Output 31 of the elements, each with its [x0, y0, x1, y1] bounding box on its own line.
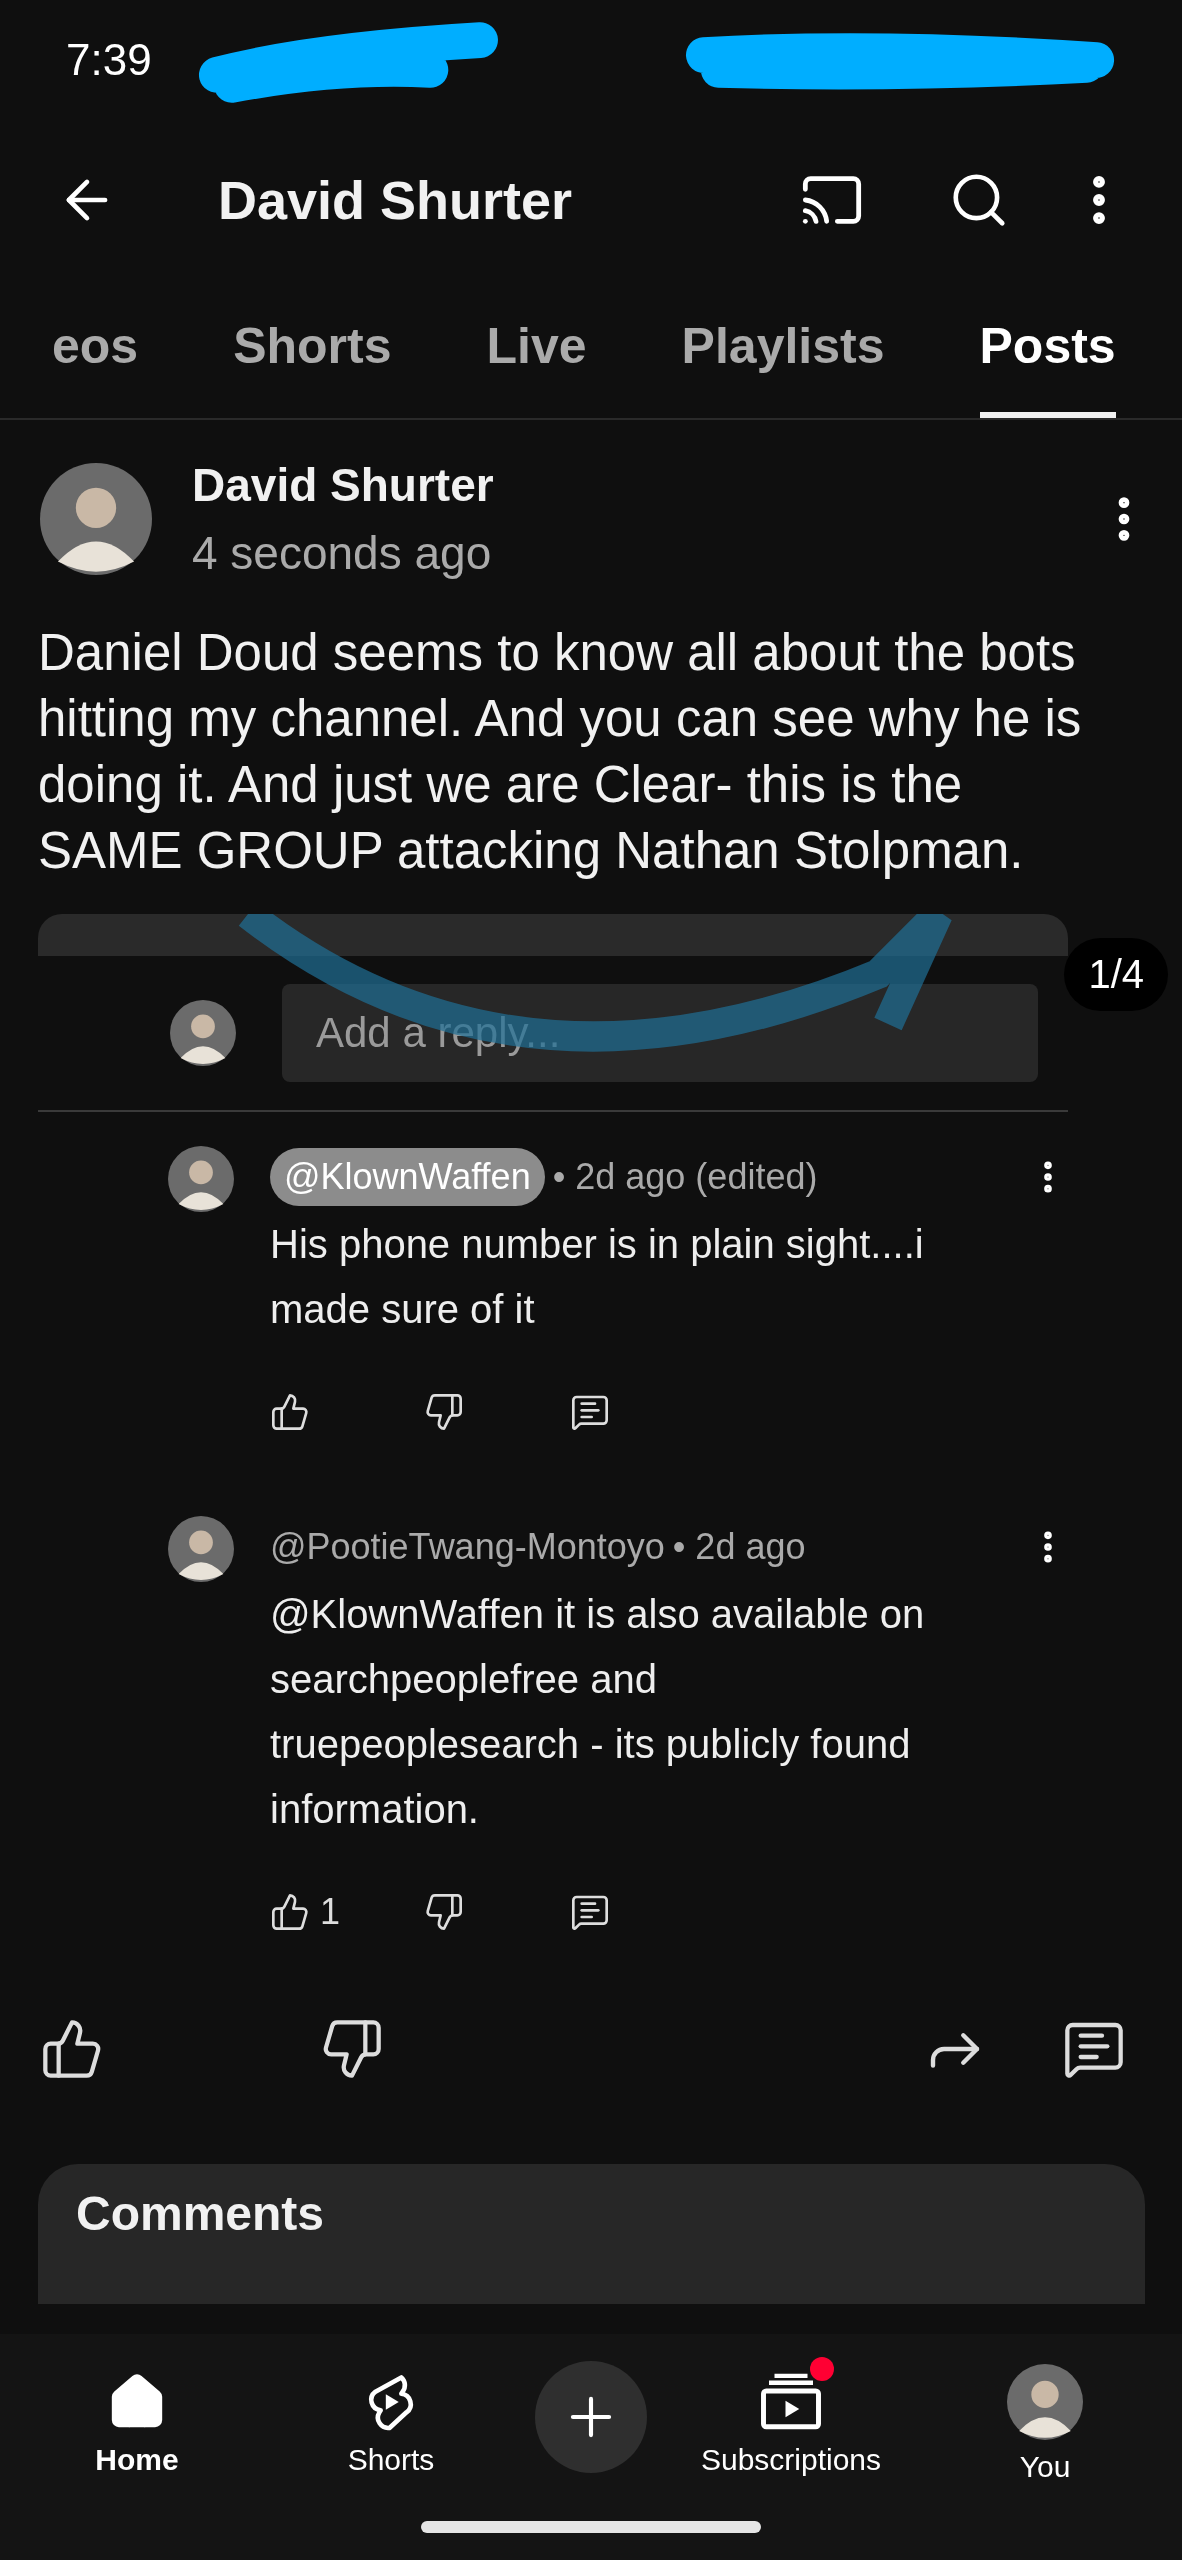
nav-item[interactable]: Subscriptions	[681, 2356, 901, 2477]
nav-item[interactable]: Home	[27, 2356, 247, 2477]
like-count: 1	[320, 1891, 341, 1933]
thumbs-down-icon[interactable]	[424, 1392, 464, 1432]
comment-text: @KlownWaffen it is also available on searchpeoplefree and truepeoplesearch - its publicly found information.	[270, 1591, 926, 1833]
comments-title: Comments	[76, 2187, 325, 2240]
comment-text: His phone number is in plain sight....i made sure of it	[270, 1221, 925, 1333]
avatar	[168, 1146, 234, 1212]
avatar	[168, 1516, 234, 1582]
nav-item[interactable]: You	[935, 2349, 1155, 2484]
comment-handle: @PootieTwang-Montoyo	[270, 1526, 665, 1568]
status-time: 7:39	[66, 35, 152, 85]
channel-tab[interactable]: Posts	[979, 280, 1116, 418]
post-text: Daniel Doud seems to know all about the bots hitting my channel. And you can see why he is doing it. And just we are Clear- this is the SAME GROUP attacking Nathan Stolpman.	[38, 623, 1083, 881]
thumbs-up-icon[interactable]	[270, 1892, 310, 1932]
channel-title: David Shurter	[218, 169, 574, 231]
thumbs-up-icon[interactable]	[270, 1392, 310, 1432]
thumbs-down-icon[interactable]	[424, 1892, 464, 1932]
image-counter: 1/4	[1064, 938, 1168, 1011]
comment-meta: • 2d ago (edited)	[552, 1156, 819, 1198]
nav-item[interactable]: Shorts	[281, 2356, 501, 2477]
reply-field[interactable]: Add a reply...	[282, 984, 1038, 1082]
avatar	[170, 1000, 236, 1066]
post-author: David Shurter	[192, 458, 495, 512]
comment-meta: • 2d ago	[672, 1526, 807, 1568]
channel-tab[interactable]: Live	[486, 280, 587, 418]
channel-tab[interactable]: eos	[52, 280, 139, 418]
post-time: 4 seconds ago	[192, 526, 493, 580]
channel-tab[interactable]: Playlists	[681, 280, 885, 418]
comment-handle: @KlownWaffen	[270, 1148, 545, 1206]
channel-tab[interactable]: Shorts	[233, 280, 392, 418]
